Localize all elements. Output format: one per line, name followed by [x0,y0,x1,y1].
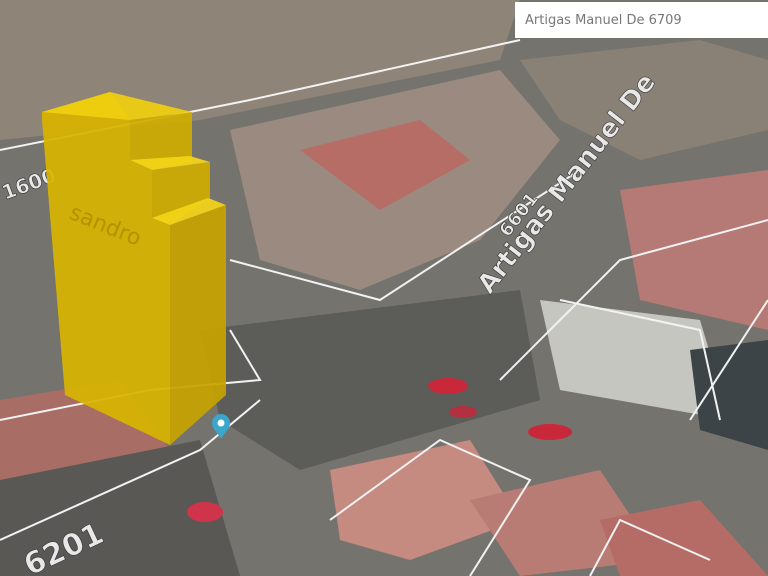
address-search-value: Artigas Manuel De 6709 [525,12,682,28]
satellite-3d-map[interactable]: Artigas Manuel De 6601 6201 1600 sandro [0,0,768,576]
address-search-input[interactable]: Artigas Manuel De 6709 [515,2,768,38]
